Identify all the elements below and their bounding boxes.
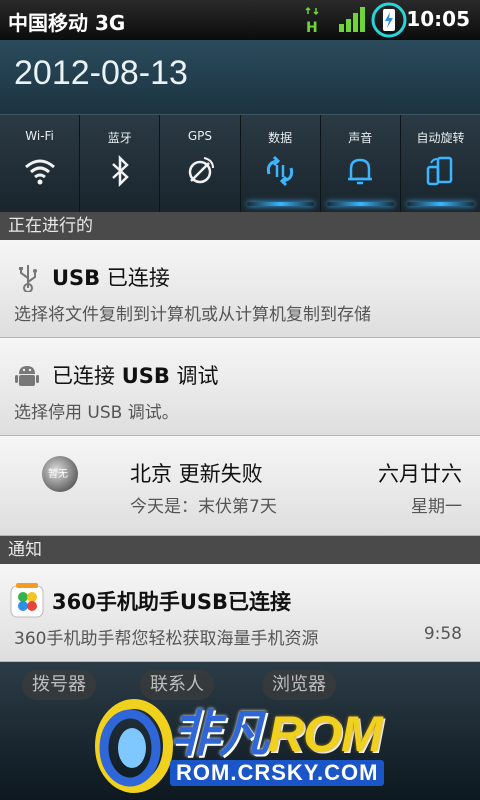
home-background: 拨号器 联系人 浏览器 非凡ROM ROM.CRSKY.COM: [0, 662, 480, 800]
notification-subtitle: 选择将文件复制到计算机或从计算机复制到存储: [14, 305, 371, 325]
clock: 10:05: [406, 7, 470, 31]
status-bar: 中国移动 3G H 10:05: [0, 0, 480, 40]
carrier-name: 中国移动 3G: [8, 11, 126, 35]
notification-time: 9:58: [423, 624, 462, 644]
usb-icon: [19, 265, 37, 292]
notifications-header: 通知: [0, 536, 480, 564]
android-debug-icon: [15, 366, 39, 386]
watermark-brand: 非凡ROM: [170, 705, 383, 763]
rotate-icon: [427, 156, 453, 186]
toggle-label: GPS: [187, 129, 212, 143]
toggle-indicator: [6, 202, 73, 206]
date-header: 2012-08-13: [0, 40, 480, 114]
toggle-sound[interactable]: 声音: [321, 115, 401, 212]
gps-icon: [188, 157, 214, 184]
notification-title: 360手机助手USB已连接: [52, 590, 292, 614]
watermark: 非凡ROM ROM.CRSKY.COM: [90, 692, 430, 800]
wifi-icon: [24, 159, 55, 185]
moon-icon: 暂无: [42, 456, 78, 492]
weather-city-status: 北京 更新失败: [130, 462, 263, 486]
toggle-label: 蓝牙: [107, 131, 132, 145]
notification-title: USB 已连接: [52, 266, 170, 290]
toggle-data[interactable]: 数据: [241, 115, 321, 212]
toggle-label: Wi-Fi: [25, 129, 54, 143]
charging-icon: [371, 2, 407, 38]
data-icon: [266, 155, 294, 187]
bell-icon: [348, 158, 373, 185]
toggle-label: 声音: [348, 131, 373, 145]
notification-title: 已连接 USB 调试: [52, 364, 219, 388]
weekday: 星期一: [411, 497, 462, 517]
toggle-gps[interactable]: GPS: [160, 115, 241, 212]
dock-dialer[interactable]: 拨号器: [22, 670, 96, 700]
toggle-indicator: [166, 202, 233, 206]
quick-toggles: Wi-Fi 蓝牙 GPS 数据 声音 自动旋转: [0, 114, 480, 212]
toggle-label: 自动旋转: [416, 131, 465, 145]
network-indicator: H: [306, 20, 318, 34]
moon-label: 暂无: [48, 469, 68, 480]
signal-icon: [339, 7, 365, 32]
toggle-indicator: [326, 202, 394, 206]
notification-subtitle: 选择停用 USB 调试。: [14, 403, 179, 423]
watermark-logo: [95, 699, 173, 793]
toggle-auto-rotate[interactable]: 自动旋转: [401, 115, 480, 212]
lunar-date: 六月廿六: [378, 462, 462, 486]
notification-usb-connected[interactable]: USB 已连接 选择将文件复制到计算机或从计算机复制到存储: [0, 240, 480, 338]
toggle-indicator: [246, 202, 314, 206]
notification-weather[interactable]: 暂无 北京 更新失败 六月廿六 今天是：末伏第7天 星期一: [0, 436, 480, 536]
watermark-url: ROM.CRSKY.COM: [170, 760, 385, 786]
notification-subtitle: 360手机助手帮您轻松获取海量手机资源: [14, 629, 319, 649]
ongoing-header: 正在进行的: [0, 212, 480, 240]
toggle-indicator: [86, 202, 153, 206]
toggle-wifi[interactable]: Wi-Fi: [0, 115, 81, 212]
toggle-indicator: [406, 202, 475, 206]
current-date: 2012-08-13: [14, 54, 188, 92]
app-360-icon: [10, 583, 44, 618]
notification-360-assistant[interactable]: 360手机助手USB已连接 360手机助手帮您轻松获取海量手机资源 9:58: [0, 564, 480, 662]
toggle-bluetooth[interactable]: 蓝牙: [80, 115, 161, 212]
today-info: 今天是：末伏第7天: [130, 497, 277, 517]
bluetooth-icon: [111, 154, 129, 188]
toggle-label: 数据: [268, 131, 293, 145]
h-data-icon: H: [305, 6, 319, 34]
notification-usb-debugging[interactable]: 已连接 USB 调试 选择停用 USB 调试。: [0, 338, 480, 436]
